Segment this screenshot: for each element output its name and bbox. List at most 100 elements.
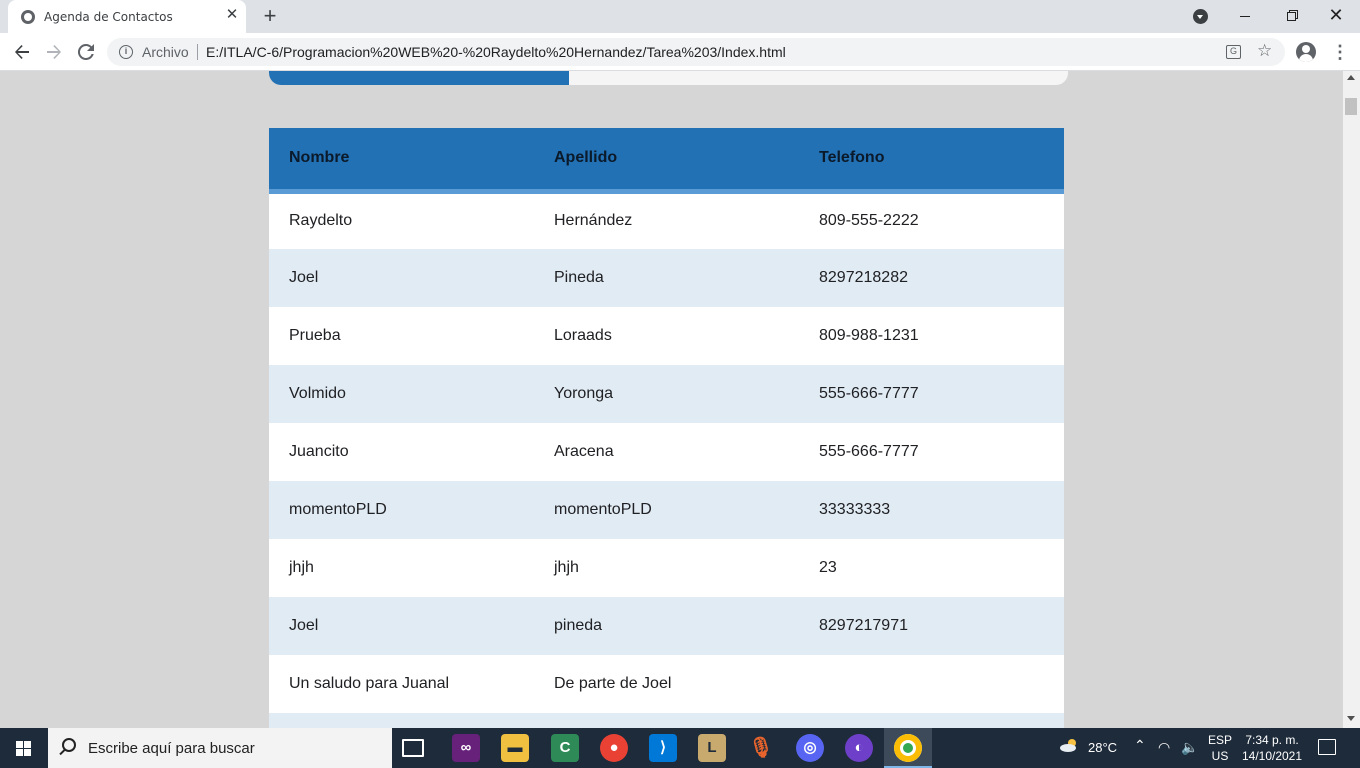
cell-nombre: Joel bbox=[269, 249, 534, 307]
address-bar[interactable]: i Archivo E:/ITLA/C-6/Programacion%20WEB… bbox=[107, 38, 1285, 66]
scroll-up-arrow-icon[interactable] bbox=[1347, 75, 1355, 80]
notification-icon[interactable] bbox=[1318, 739, 1336, 755]
discord-icon[interactable]: ◎ bbox=[796, 734, 824, 762]
omnibox-divider bbox=[197, 44, 198, 60]
table-row[interactable]: Juancito Aracena 555-666-7777 bbox=[269, 423, 1064, 481]
table-row[interactable]: Joel Pineda 8297218282 bbox=[269, 249, 1064, 307]
network-icon[interactable]: ◠ bbox=[1158, 739, 1170, 755]
cell-telefono: 8297218282 bbox=[799, 249, 1064, 307]
table-row[interactable]: Joel pineda 8297217971 bbox=[269, 597, 1064, 655]
table-row[interactable]: jhjh jhjh 23 bbox=[269, 539, 1064, 597]
browser-tab[interactable]: Agenda de Contactos ✕ bbox=[8, 0, 246, 33]
header-apellido[interactable]: Apellido bbox=[534, 128, 799, 194]
progress-bar bbox=[269, 71, 1068, 85]
table-row[interactable]: Un saludo para Juanal De parte de Joel bbox=[269, 655, 1064, 713]
volume-icon[interactable]: 🔈 bbox=[1181, 739, 1198, 755]
cell-nombre: Joel bbox=[269, 597, 534, 655]
cell-nombre: Un saludo para Juanal bbox=[269, 655, 534, 713]
cell-apellido: Aracena bbox=[534, 423, 799, 481]
cell-telefono: 8297217971 bbox=[799, 597, 1064, 655]
info-icon[interactable]: i bbox=[119, 45, 133, 59]
cell-telefono bbox=[799, 655, 1064, 713]
globe-icon bbox=[21, 10, 35, 24]
cell-apellido: Loraads bbox=[534, 307, 799, 365]
minimize-button[interactable] bbox=[1222, 0, 1268, 30]
windows-taskbar: Escribe aquí para buscar ∞ ▬ C ● ⟩ L 🎙 ◎… bbox=[0, 728, 1360, 768]
chrome-alt-icon[interactable]: ● bbox=[600, 734, 628, 762]
table-header-row: Nombre Apellido Telefono bbox=[269, 128, 1064, 194]
contacts-table: Nombre Apellido Telefono Raydelto Hernán… bbox=[269, 128, 1064, 728]
chrome-icon[interactable] bbox=[894, 734, 922, 762]
table-row[interactable]: Raydelto Hernández 809-555-2222 bbox=[269, 191, 1064, 249]
cell-nombre: Raydelto bbox=[269, 191, 534, 249]
reload-button[interactable] bbox=[73, 39, 99, 65]
tab-search-icon[interactable] bbox=[1193, 9, 1208, 24]
cell-apellido: De parte de Joel bbox=[534, 655, 799, 713]
cell-apellido: jhjh bbox=[534, 539, 799, 597]
forward-button[interactable] bbox=[41, 39, 67, 65]
url-text[interactable]: E:/ITLA/C-6/Programacion%20WEB%20-%20Ray… bbox=[206, 44, 786, 60]
scroll-thumb[interactable] bbox=[1345, 98, 1357, 115]
visual-studio-icon[interactable]: ∞ bbox=[452, 734, 480, 762]
scroll-down-arrow-icon[interactable] bbox=[1347, 716, 1355, 721]
cell-telefono: 809-555-2222 bbox=[799, 191, 1064, 249]
clock[interactable]: 7:34 p. m. 14/10/2021 bbox=[1238, 732, 1306, 764]
file-explorer-icon[interactable]: ▬ bbox=[501, 734, 529, 762]
table-row[interactable]: momentoPLD momentoPLD 33333333 bbox=[269, 481, 1064, 539]
cell-apellido: pineda bbox=[534, 597, 799, 655]
league-of-legends-icon[interactable]: L bbox=[698, 734, 726, 762]
tab-title: Agenda de Contactos bbox=[44, 10, 173, 24]
back-button[interactable] bbox=[9, 39, 35, 65]
table-row[interactable] bbox=[269, 713, 1064, 728]
header-nombre[interactable]: Nombre bbox=[269, 128, 534, 194]
new-tab-button[interactable]: + bbox=[258, 4, 282, 28]
windows-logo-icon bbox=[16, 741, 32, 756]
cell-nombre: jhjh bbox=[269, 539, 534, 597]
github-desktop-icon[interactable]: ◐ bbox=[845, 734, 873, 762]
profile-avatar[interactable] bbox=[1296, 42, 1316, 62]
cell-nombre: Volmido bbox=[269, 365, 534, 423]
table-row[interactable]: Prueba Loraads 809-988-1231 bbox=[269, 307, 1064, 365]
clock-time: 7:34 p. m. bbox=[1245, 733, 1299, 747]
clock-date: 14/10/2021 bbox=[1241, 749, 1303, 763]
close-window-button[interactable]: ✕ bbox=[1313, 0, 1359, 30]
taskbar-search[interactable]: Escribe aquí para buscar bbox=[48, 728, 392, 768]
page-viewport: Nombre Apellido Telefono Raydelto Hernán… bbox=[0, 71, 1343, 728]
menu-kebab-icon[interactable]: ⋮ bbox=[1331, 42, 1349, 62]
cell-telefono bbox=[799, 713, 1064, 728]
cell-nombre bbox=[269, 713, 534, 728]
progress-fill bbox=[269, 71, 569, 85]
microphone-icon[interactable]: 🎙 bbox=[747, 734, 775, 762]
cell-apellido: Yoronga bbox=[534, 365, 799, 423]
cell-telefono: 23 bbox=[799, 539, 1064, 597]
cell-nombre: Prueba bbox=[269, 307, 534, 365]
cell-telefono: 555-666-7777 bbox=[799, 423, 1064, 481]
restore-button[interactable] bbox=[1268, 0, 1314, 30]
search-icon bbox=[62, 738, 76, 752]
cs-app-icon[interactable]: C bbox=[551, 734, 579, 762]
vscode-icon[interactable]: ⟩ bbox=[649, 734, 677, 762]
browser-toolbar: i Archivo E:/ITLA/C-6/Programacion%20WEB… bbox=[0, 33, 1360, 71]
start-button[interactable] bbox=[0, 728, 48, 768]
cell-telefono: 33333333 bbox=[799, 481, 1064, 539]
language-indicator[interactable]: ESP US bbox=[1206, 732, 1234, 764]
cell-nombre: momentoPLD bbox=[269, 481, 534, 539]
close-tab-icon[interactable]: ✕ bbox=[224, 7, 240, 23]
language-code: ESP bbox=[1207, 733, 1232, 747]
cell-apellido: momentoPLD bbox=[534, 481, 799, 539]
browser-tabstrip: Agenda de Contactos ✕ + ✕ bbox=[0, 0, 1360, 33]
header-telefono[interactable]: Telefono bbox=[799, 128, 1064, 194]
weather-icon[interactable] bbox=[1059, 738, 1079, 752]
page-scrollbar[interactable] bbox=[1343, 71, 1360, 728]
tray-overflow-icon[interactable]: ⌃ bbox=[1134, 737, 1146, 753]
cell-telefono: 555-666-7777 bbox=[799, 365, 1064, 423]
translate-icon[interactable]: G bbox=[1226, 45, 1241, 59]
search-placeholder: Escribe aquí para buscar bbox=[88, 740, 255, 757]
table-row[interactable]: Volmido Yoronga 555-666-7777 bbox=[269, 365, 1064, 423]
bookmark-star-icon[interactable]: ☆ bbox=[1257, 41, 1272, 61]
temperature-label: 28°C bbox=[1088, 740, 1118, 755]
cell-apellido: Hernández bbox=[534, 191, 799, 249]
task-view-icon[interactable] bbox=[402, 739, 424, 757]
cell-apellido bbox=[534, 713, 799, 728]
keyboard-layout: US bbox=[1211, 749, 1229, 763]
